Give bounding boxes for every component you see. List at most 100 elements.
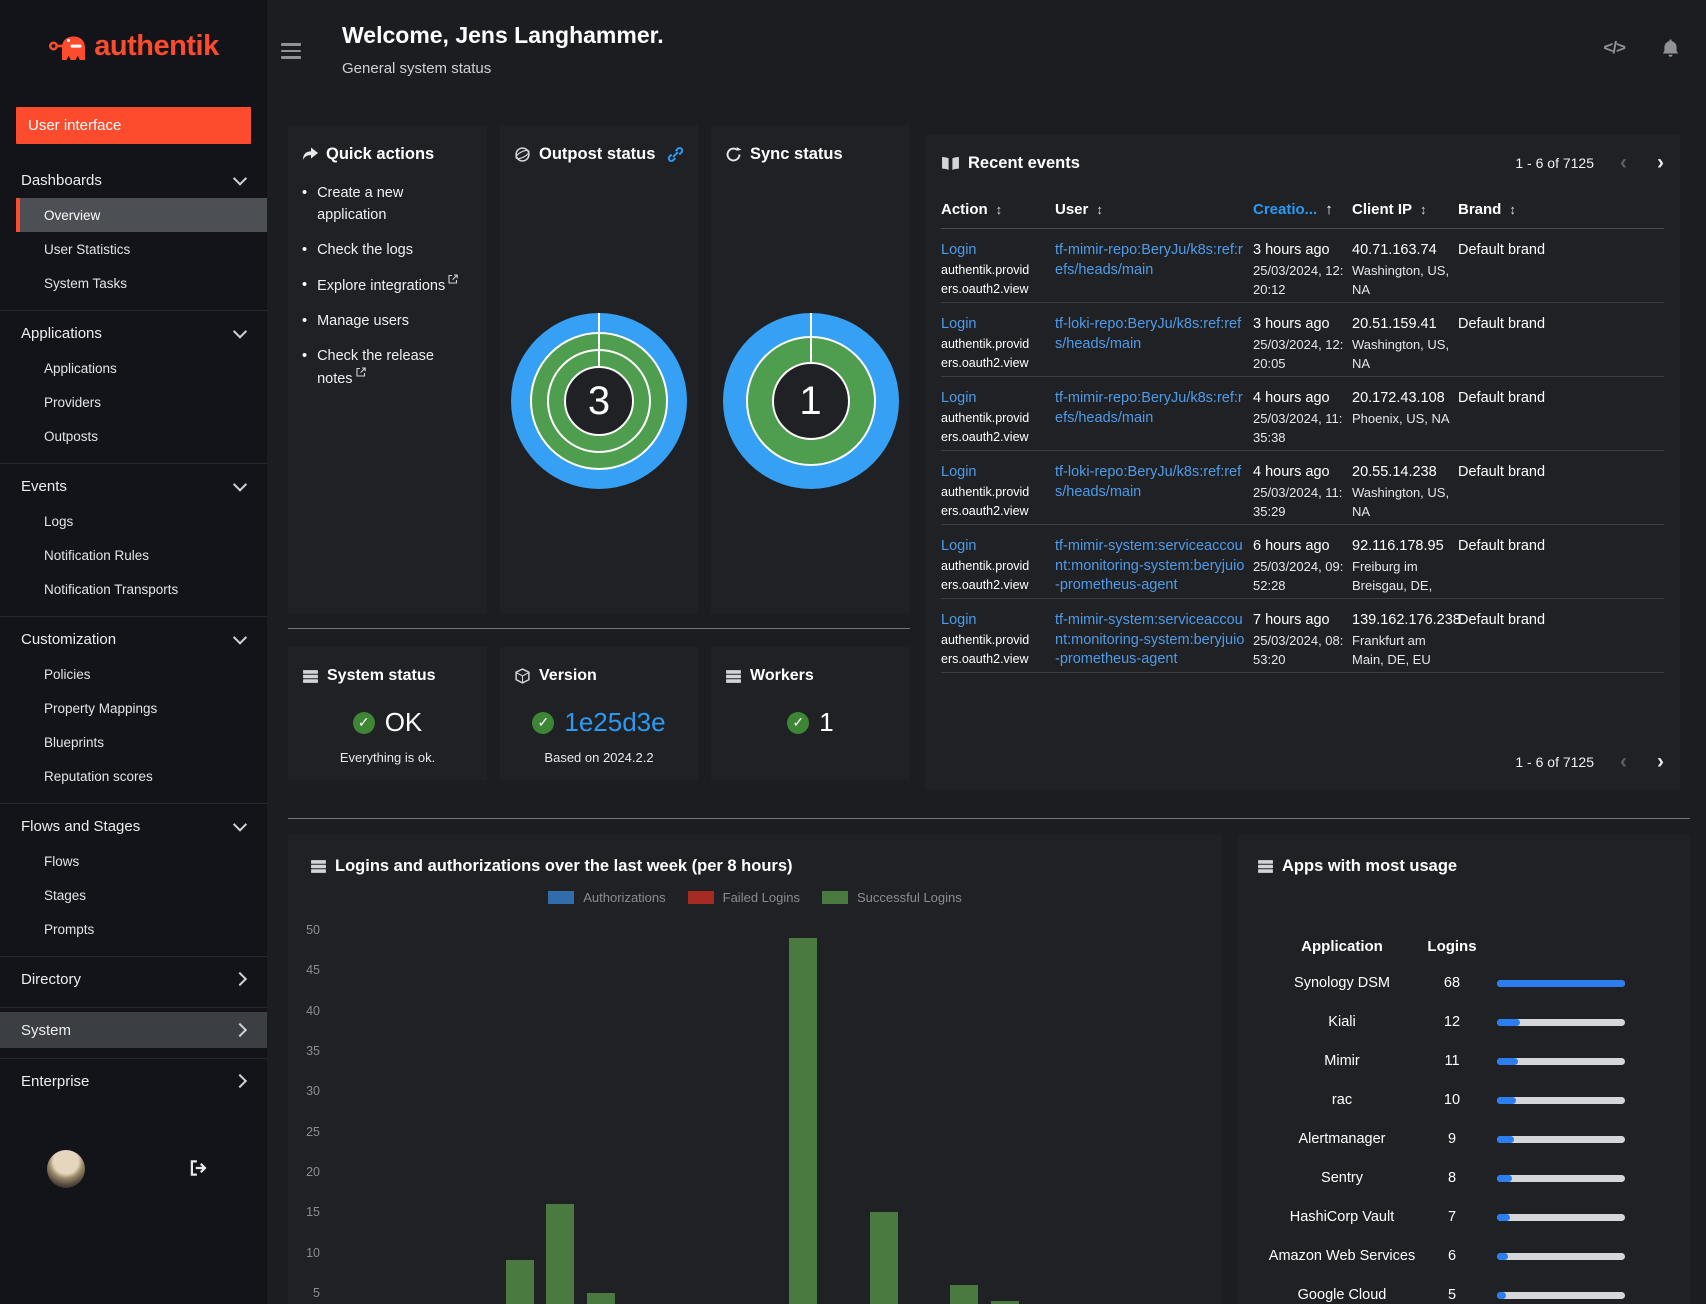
- event-brand-cell: Default brand: [1458, 242, 1546, 258]
- external-link-icon: [356, 367, 366, 377]
- sidebar: authentik User interface Dashboards Overv…: [0, 0, 267, 1304]
- event-action-link[interactable]: Login: [941, 611, 1055, 631]
- event-client-ip-cell: 92.116.178.95Freiburg im Breisgau, DE, E…: [1352, 538, 1444, 598]
- apps-usage-row: Amazon Web Services 6: [1257, 1246, 1670, 1285]
- event-user-link[interactable]: tf-mimir-repo:BeryJu/k8s:ref:refs/heads/…: [1055, 241, 1247, 280]
- sidebar-item-system-tasks[interactable]: System Tasks: [0, 266, 267, 300]
- main-content: Welcome, Jens Langhammer. General system…: [267, 0, 1706, 1304]
- section-divider-bottom: [288, 818, 1690, 819]
- events-sort-header-brand[interactable]: Brand ↕: [1458, 201, 1549, 218]
- pagination-next-button[interactable]: ›: [1657, 151, 1664, 175]
- sidebar-item-policies[interactable]: Policies: [0, 657, 267, 691]
- quick-action-check-the-logs[interactable]: • Check the logs: [302, 239, 473, 261]
- avatar[interactable]: [47, 1150, 85, 1188]
- event-user-link[interactable]: tf-mimir-repo:BeryJu/k8s:ref:refs/heads/…: [1055, 389, 1247, 428]
- apps-usage-card: Apps with most usage Application Logins …: [1237, 835, 1690, 1304]
- sidebar-item-logs[interactable]: Logs: [0, 504, 267, 538]
- event-action-link[interactable]: Login: [941, 537, 1055, 557]
- page-subtitle: General system status: [342, 60, 492, 77]
- quick-action-label: Explore integrations: [317, 274, 458, 297]
- events-sort-header-action[interactable]: Action ↕: [941, 201, 1055, 218]
- event-user-link[interactable]: tf-loki-repo:BeryJu/k8s:ref:refs/heads/m…: [1055, 315, 1247, 354]
- menu-button[interactable]: [281, 43, 301, 63]
- sidebar-item-overview[interactable]: Overview: [16, 198, 267, 232]
- event-action-link[interactable]: Login: [941, 463, 1055, 483]
- sidebar-section-directory[interactable]: Directory: [0, 961, 267, 997]
- version-value[interactable]: 1e25d3e: [564, 707, 665, 738]
- sidebar-item-outposts[interactable]: Outposts: [0, 419, 267, 453]
- app-name: Synology DSM: [1294, 975, 1390, 991]
- event-action-link[interactable]: Login: [941, 241, 1055, 261]
- sidebar-section-enterprise[interactable]: Enterprise: [0, 1063, 267, 1099]
- app-usage-progress-fill: [1497, 1175, 1512, 1182]
- chart-bar: [869, 1212, 898, 1304]
- sidebar-item-stages[interactable]: Stages: [0, 878, 267, 912]
- check-circle-icon: ✓: [787, 711, 810, 734]
- chevron-down-icon: [232, 817, 248, 832]
- sidebar-item-property-mappings[interactable]: Property Mappings: [0, 691, 267, 725]
- recent-events-title: Recent events: [968, 153, 1080, 172]
- sidebar-section-dashboards[interactable]: Dashboards: [0, 162, 267, 198]
- sidebar-item-notification-rules[interactable]: Notification Rules: [0, 538, 267, 572]
- sidebar-section-customization[interactable]: Customization: [0, 621, 267, 657]
- sidebar-item-applications[interactable]: Applications: [0, 351, 267, 385]
- quick-action-check-the-release-notes[interactable]: • Check the release notes: [302, 345, 473, 390]
- event-client-ip-cell: 20.172.43.108 Phoenix, US, NA: [1352, 390, 1450, 426]
- outpost-link-icon[interactable]: [667, 146, 684, 163]
- sidebar-section-system[interactable]: System: [0, 1012, 267, 1048]
- event-action-link[interactable]: Login: [941, 389, 1055, 409]
- sidebar-item-notification-transports[interactable]: Notification Transports: [0, 572, 267, 606]
- sidebar-section-events[interactable]: Events: [0, 468, 267, 504]
- event-row: Loginauthentik.providers.oauth2.views.to…: [941, 377, 1664, 451]
- quick-action-manage-users[interactable]: • Manage users: [302, 310, 473, 332]
- y-tick-label: 30: [306, 1084, 320, 1099]
- logout-icon[interactable]: [188, 1158, 208, 1178]
- event-user-link[interactable]: tf-mimir-system:serviceaccount:monitorin…: [1055, 611, 1247, 670]
- event-action-cell: Loginauthentik.providers.oauth2.views.to…: [941, 389, 1055, 450]
- version-title: Version: [539, 667, 597, 684]
- events-sort-header-creatio-[interactable]: Creatio... ↑: [1253, 201, 1352, 218]
- event-brand-cell: Default brand: [1458, 316, 1546, 332]
- events-rows: Loginauthentik.providers.oauth2.views.to…: [941, 229, 1664, 673]
- event-action-link[interactable]: Login: [941, 315, 1055, 335]
- legend-item-authorizations: Authorizations: [548, 890, 666, 905]
- pagination-prev-button[interactable]: ‹: [1620, 750, 1627, 774]
- sidebar-item-prompts[interactable]: Prompts: [0, 912, 267, 946]
- event-user-link[interactable]: tf-mimir-system:serviceaccount:monitorin…: [1055, 537, 1247, 596]
- events-sort-header-user[interactable]: User ↕: [1055, 201, 1253, 218]
- events-pagination-top: 1 - 6 of 7125 ‹ ›: [1515, 151, 1664, 175]
- event-action-cell: Loginauthentik.providers.oauth2.views.to…: [941, 241, 1055, 302]
- workers-title: Workers: [750, 667, 814, 684]
- event-brand-cell: Default brand: [1458, 612, 1546, 628]
- notifications-bell-icon[interactable]: [1661, 38, 1680, 58]
- sort-icon: ↑: [1325, 201, 1333, 218]
- user-interface-button[interactable]: User interface: [16, 107, 251, 144]
- event-user-link[interactable]: tf-loki-repo:BeryJu/k8s:ref:refs/heads/m…: [1055, 463, 1247, 502]
- api-code-icon[interactable]: </>: [1603, 38, 1626, 58]
- quick-action-create-a-new-application[interactable]: • Create a new application: [302, 182, 473, 226]
- pagination-prev-button[interactable]: ‹: [1620, 151, 1627, 175]
- events-pagination-bottom: 1 - 6 of 7125 ‹ ›: [1515, 750, 1664, 774]
- chevron-down-icon: [232, 630, 248, 645]
- sidebar-item-blueprints[interactable]: Blueprints: [0, 725, 267, 759]
- sidebar-section-applications[interactable]: Applications: [0, 315, 267, 351]
- sync-status-donut: 1: [722, 313, 899, 489]
- sidebar-item-flows[interactable]: Flows: [0, 844, 267, 878]
- app-usage-progress-bar: [1497, 1136, 1625, 1143]
- event-user-cell: tf-loki-repo:BeryJu/k8s:ref:refs/heads/m…: [1055, 463, 1253, 524]
- sidebar-item-reputation-scores[interactable]: Reputation scores: [0, 759, 267, 793]
- sidebar-item-providers[interactable]: Providers: [0, 385, 267, 419]
- app-name: Google Cloud: [1297, 1287, 1387, 1303]
- page-title: Welcome, Jens Langhammer.: [342, 22, 664, 48]
- chart-bar: [546, 1203, 575, 1304]
- events-sort-header-client-ip[interactable]: Client IP ↕: [1352, 201, 1458, 218]
- legend-swatch: [687, 891, 714, 904]
- sidebar-item-user-statistics[interactable]: User Statistics: [0, 232, 267, 266]
- app-usage-progress-fill: [1497, 980, 1625, 987]
- event-user-cell: tf-mimir-repo:BeryJu/k8s:ref:refs/heads/…: [1055, 241, 1253, 302]
- pagination-next-button[interactable]: ›: [1657, 750, 1664, 774]
- y-tick-label: 5: [313, 1285, 320, 1300]
- quick-action-explore-integrations[interactable]: • Explore integrations: [302, 274, 473, 297]
- sidebar-section-flows-and-stages[interactable]: Flows and Stages: [0, 808, 267, 844]
- authentik-logo[interactable]: authentik: [0, 0, 267, 63]
